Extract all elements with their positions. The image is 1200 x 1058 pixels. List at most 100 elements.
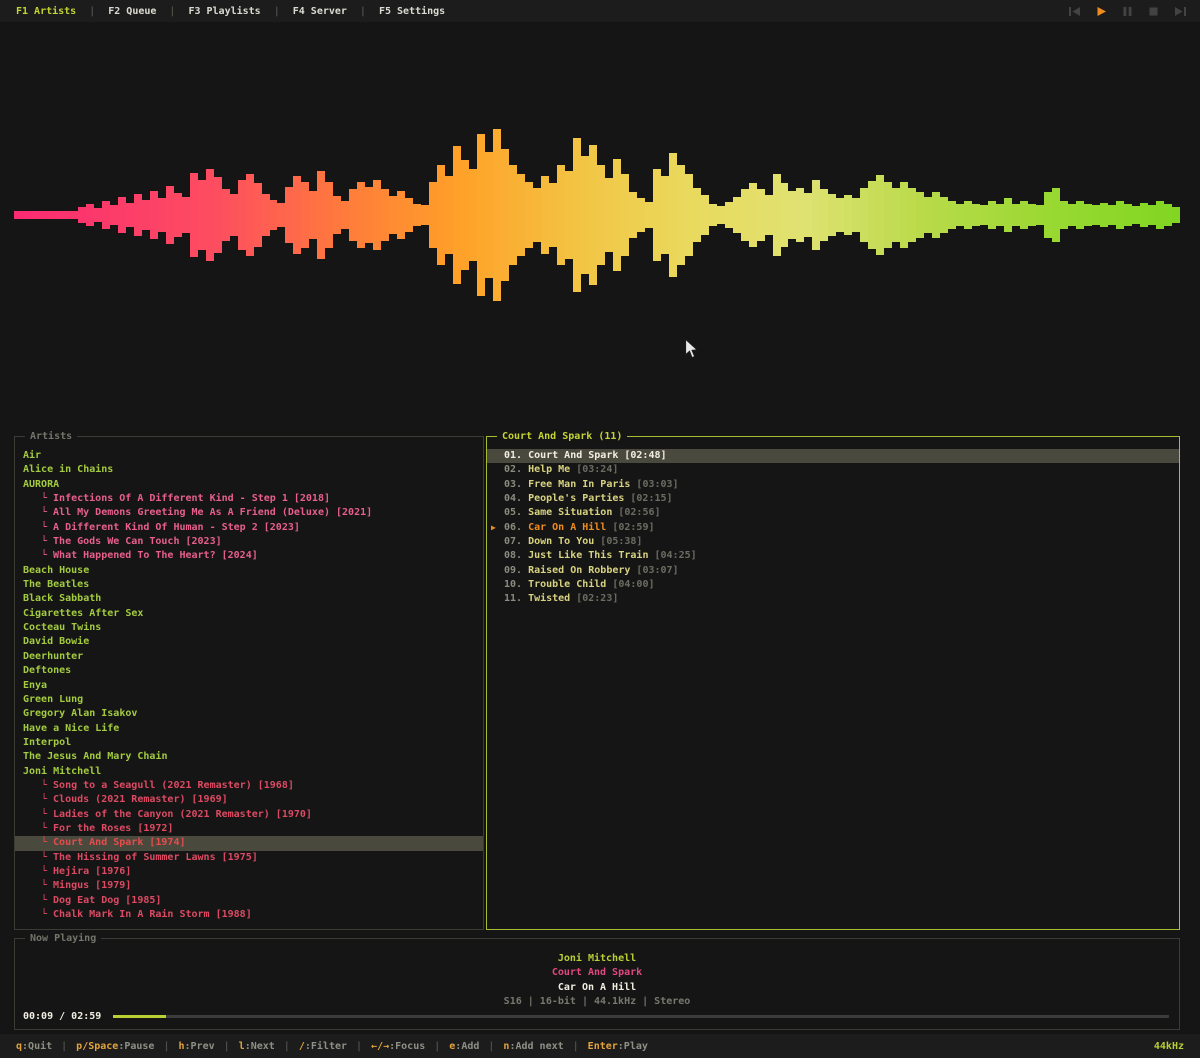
waveform-bar [860, 188, 868, 243]
progress-bar[interactable] [113, 1015, 1169, 1018]
waveform-bar [565, 171, 573, 259]
track-row[interactable]: 11.Twisted[02:23] [487, 592, 1179, 606]
album-row[interactable]: └ All My Demons Greeting Me As A Friend … [15, 506, 483, 520]
status-bar: q:Quit|p/Space:Pause|h:Prev|l:Next|/:Fil… [0, 1034, 1200, 1058]
album-row[interactable]: └ A Different Kind Of Human - Step 2 [20… [15, 521, 483, 535]
waveform-bar [685, 174, 693, 257]
tab-server[interactable]: F4 Server [293, 6, 347, 17]
binding-action: :Add next [509, 1041, 563, 1052]
track-row[interactable]: ▶06.Car On A Hill[02:59] [487, 521, 1179, 535]
stop-icon[interactable] [1149, 7, 1158, 16]
track-number: 01. [504, 449, 522, 463]
track-number: 09. [504, 564, 522, 578]
waveform-bar [956, 204, 964, 227]
waveform-bar [828, 194, 836, 236]
waveform-bar [381, 189, 389, 242]
waveform-bar [1044, 192, 1052, 238]
play-icon[interactable] [1097, 7, 1106, 16]
waveform-bar [948, 201, 956, 229]
waveform-bar [725, 202, 733, 228]
track-row[interactable]: 05.Same Situation[02:56] [487, 506, 1179, 520]
track-row[interactable]: 01.Court And Spark[02:48] [487, 449, 1179, 463]
track-row[interactable]: 10.Trouble Child[04:00] [487, 578, 1179, 592]
track-row[interactable]: 02.Help Me[03:24] [487, 463, 1179, 477]
album-row[interactable]: └ What Happened To The Heart? [2024] [15, 549, 483, 563]
artist-row[interactable]: Green Lung [15, 693, 483, 707]
album-row[interactable]: └ The Gods We Can Touch [2023] [15, 535, 483, 549]
artist-row[interactable]: The Jesus And Mary Chain [15, 750, 483, 764]
waveform-bar [102, 201, 110, 229]
tab-artists[interactable]: F1 Artists [16, 6, 76, 17]
track-duration: [05:38] [600, 535, 642, 549]
album-row[interactable]: └ For the Roses [1972] [15, 822, 483, 836]
tab-queue[interactable]: F2 Queue [108, 6, 156, 17]
track-row[interactable]: 08.Just Like This Train[04:25] [487, 549, 1179, 563]
artist-row[interactable]: Joni Mitchell [15, 765, 483, 779]
artist-row[interactable]: Cocteau Twins [15, 621, 483, 635]
waveform-bar [709, 204, 717, 227]
track-title: Same Situation [528, 506, 612, 520]
artist-row[interactable]: David Bowie [15, 635, 483, 649]
artist-row[interactable]: Deerhunter [15, 650, 483, 664]
track-duration: [02:56] [618, 506, 660, 520]
waveform-bar [988, 201, 996, 229]
waveform-bar [1060, 201, 1068, 229]
track-row[interactable]: 04.People's Parties[02:15] [487, 492, 1179, 506]
tab-separator: | [169, 6, 175, 17]
artist-row[interactable]: Gregory Alan Isakov [15, 707, 483, 721]
album-row[interactable]: └ Court And Spark [1974] [15, 836, 483, 850]
binding-action: :Filter [305, 1041, 347, 1052]
progress-fill [113, 1015, 166, 1018]
binding-separator: | [434, 1041, 440, 1052]
waveform-bar [118, 197, 126, 232]
track-row[interactable]: 09.Raised On Robbery[03:07] [487, 564, 1179, 578]
waveform-bar [773, 174, 781, 257]
album-row[interactable]: └ Ladies of the Canyon (2021 Remaster) [… [15, 808, 483, 822]
artist-row[interactable]: Beach House [15, 564, 483, 578]
tab-separator: | [360, 6, 366, 17]
track-number: 04. [504, 492, 522, 506]
now-playing-track: Car On A Hill [15, 981, 1179, 995]
waveform-bar [46, 211, 54, 218]
artist-row[interactable]: Interpol [15, 736, 483, 750]
track-row[interactable]: 07.Down To You[05:38] [487, 535, 1179, 549]
waveform-bar [1084, 204, 1092, 225]
artist-row[interactable]: Cigarettes After Sex [15, 607, 483, 621]
album-row[interactable]: └ Clouds (2021 Remaster) [1969] [15, 793, 483, 807]
waveform-bar [301, 182, 309, 247]
waveform-bar [765, 195, 773, 235]
media-controls [1069, 7, 1186, 16]
album-row[interactable]: └ Infections Of A Different Kind - Step … [15, 492, 483, 506]
album-row[interactable]: └ Mingus [1979] [15, 879, 483, 893]
album-row[interactable]: └ Song to a Seagull (2021 Remaster) [196… [15, 779, 483, 793]
album-row[interactable]: └ Chalk Mark In A Rain Storm [1988] [15, 908, 483, 922]
track-marker [487, 463, 504, 477]
album-row[interactable]: └ Hejira [1976] [15, 865, 483, 879]
artist-row[interactable]: The Beatles [15, 578, 483, 592]
waveform-bar [621, 174, 629, 257]
waveform-bar [357, 182, 365, 247]
waveform-bar [749, 183, 757, 246]
track-row[interactable]: 03.Free Man In Paris[03:03] [487, 478, 1179, 492]
skip-previous-icon[interactable] [1069, 7, 1080, 16]
now-playing-panel: Now Playing Joni Mitchell Court And Spar… [14, 938, 1180, 1030]
artist-row[interactable]: AURORA [15, 478, 483, 492]
waveform-bar [277, 203, 285, 228]
waveform-bar [533, 188, 541, 243]
tab-settings[interactable]: F5 Settings [379, 6, 445, 17]
artist-row[interactable]: Air [15, 449, 483, 463]
artist-row[interactable]: Deftones [15, 664, 483, 678]
artist-row[interactable]: Alice in Chains [15, 463, 483, 477]
waveform-bar [405, 198, 413, 231]
tab-playlists[interactable]: F3 Playlists [188, 6, 260, 17]
waveform-bar [309, 191, 317, 239]
album-row[interactable]: └ The Hissing of Summer Lawns [1975] [15, 851, 483, 865]
pause-icon[interactable] [1123, 7, 1132, 16]
artist-row[interactable]: Black Sabbath [15, 592, 483, 606]
skip-next-icon[interactable] [1175, 7, 1186, 16]
artist-row[interactable]: Enya [15, 679, 483, 693]
artist-row[interactable]: Have a Nice Life [15, 722, 483, 736]
waveform-bar [1076, 201, 1084, 229]
album-row[interactable]: └ Dog Eat Dog [1985] [15, 894, 483, 908]
track-marker [487, 564, 504, 578]
